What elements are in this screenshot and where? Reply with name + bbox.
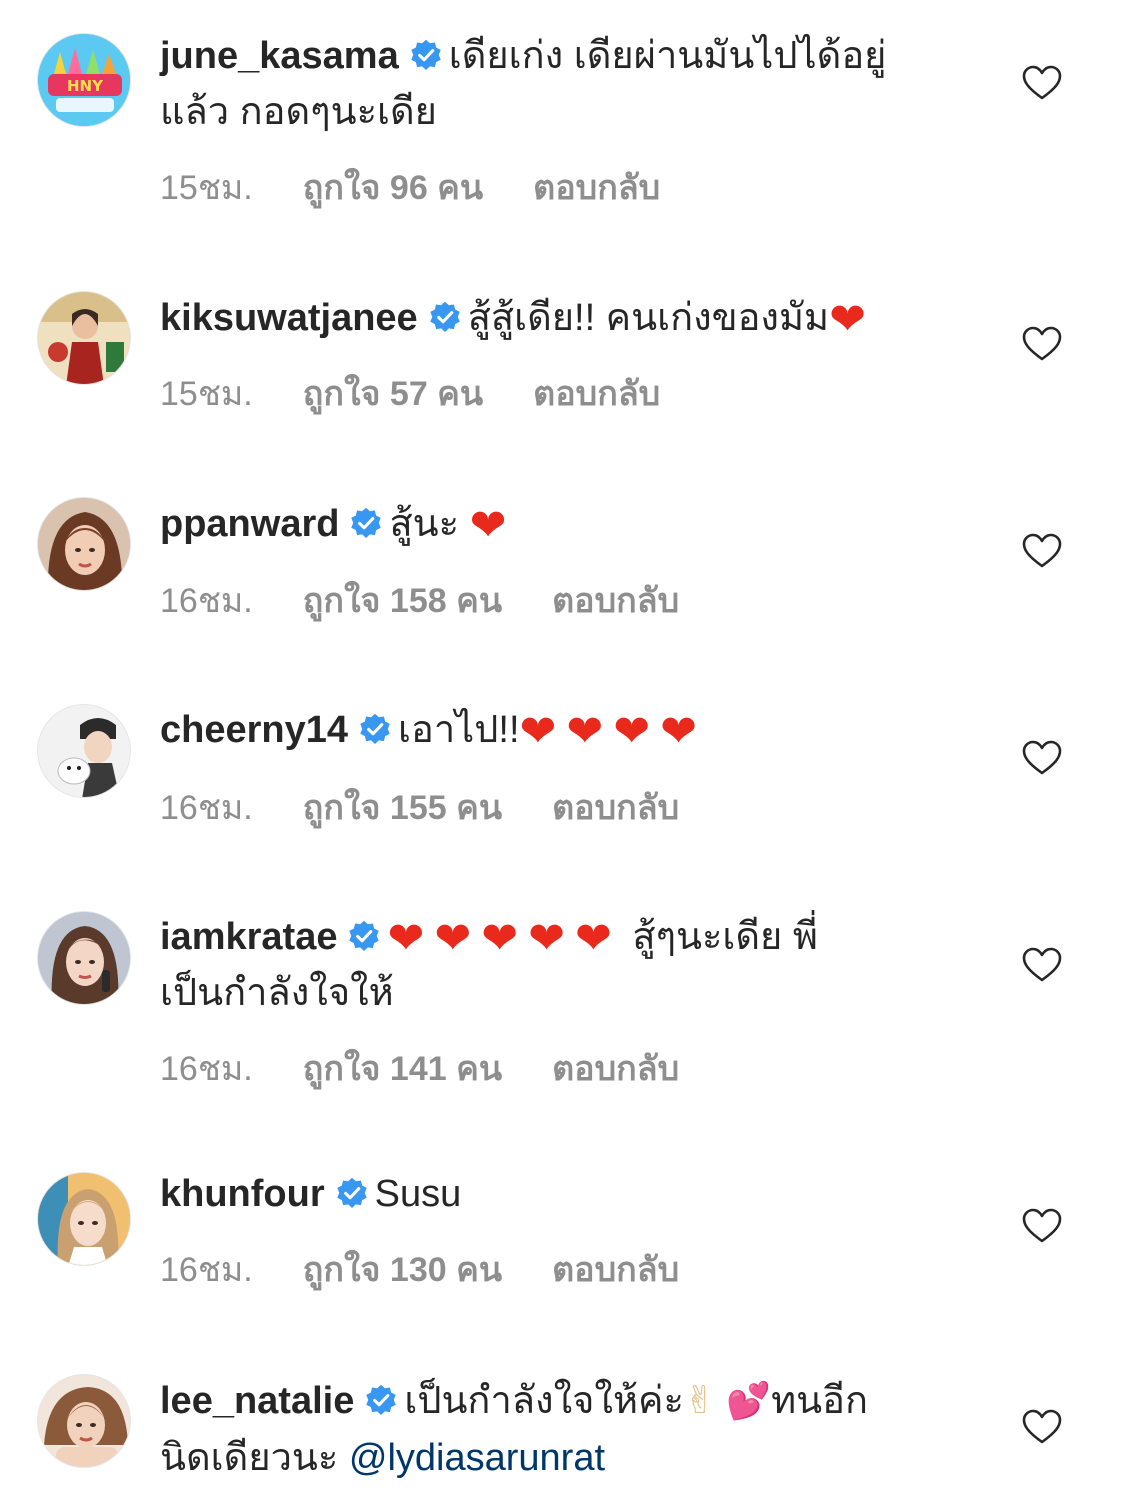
heart-outline-icon[interactable] (1022, 740, 1062, 776)
heart-outline-icon[interactable] (1022, 1208, 1062, 1244)
comment-body: khunfour Susu (160, 1166, 960, 1222)
verified-badge-icon (358, 712, 392, 746)
comment-time: 15ชม. (160, 169, 253, 207)
comment-body: iamkratae ❤❤❤❤❤ สู้ๆนะเดีย พี่ เป็นกำลังใ… (160, 909, 960, 1021)
red-heart-emoji: ❤❤❤❤ (519, 706, 707, 757)
comment-time: 16ชม. (160, 1251, 253, 1289)
reply-button[interactable]: ตอบกลับ (552, 1242, 679, 1296)
comment-text: เป็นกำลังใจให้ (160, 972, 394, 1014)
reply-button[interactable]: ตอบกลับ (533, 160, 660, 214)
comment-time: 16ชม. (160, 1050, 253, 1088)
comment-meta: 15ชม. ถูกใจ 57 คน ตอบกลับ (160, 366, 660, 420)
username[interactable]: khunfour (160, 1173, 325, 1215)
likes-count[interactable]: ถูกใจ 96 คน (303, 160, 483, 214)
username[interactable]: kiksuwatjanee (160, 297, 418, 339)
comment-time: 15ชม. (160, 375, 253, 413)
comment-meta: 16ชม. ถูกใจ 141 คน ตอบกลับ (160, 1041, 679, 1095)
likes-count[interactable]: ถูกใจ 57 คน (303, 366, 483, 420)
avatar[interactable] (37, 704, 131, 798)
heart-outline-icon[interactable] (1022, 1409, 1062, 1445)
avatar[interactable] (37, 1172, 131, 1266)
heart-outline-icon[interactable] (1022, 326, 1062, 362)
comment-text: Susu (374, 1173, 462, 1215)
reply-button[interactable]: ตอบกลับ (533, 366, 660, 420)
comment-meta: 16ชม. ถูกใจ 155 คน ตอบกลับ (160, 780, 679, 834)
comment-time: 16ชม. (160, 582, 253, 620)
username[interactable]: cheerny14 (160, 709, 348, 751)
heart-outline-icon[interactable] (1022, 533, 1062, 569)
heart-outline-icon[interactable] (1022, 65, 1062, 101)
comment-body: lee_natalie เป็นกำลังใจให้ค่ะ✌ 💕ทนอีก นิด… (160, 1372, 960, 1486)
verified-badge-icon (347, 919, 381, 953)
comment-body: june_kasama เดียเก่ง เดียผ่านมันไปได้อยู่… (160, 28, 960, 140)
avatar[interactable] (37, 1374, 131, 1468)
avatar[interactable]: HNY (37, 33, 131, 127)
comment-text: ทนอีก (771, 1380, 868, 1422)
comment-text: แล้ว กอดๆนะเดีย (160, 91, 437, 133)
username[interactable]: iamkratae (160, 916, 337, 958)
comment-text: เอาไป!! (398, 709, 520, 751)
comment-meta: 15ชม. ถูกใจ 96 คน ตอบกลับ (160, 160, 660, 214)
verified-badge-icon (364, 1383, 398, 1417)
username[interactable]: lee_natalie (160, 1380, 354, 1422)
username[interactable]: ppanward (160, 503, 339, 545)
comment-meta: 16ชม. ถูกใจ 130 คน ตอบกลับ (160, 1242, 679, 1296)
red-heart-emoji: ❤ (829, 294, 866, 345)
comment-text: เดียเก่ง เดียผ่านมันไปได้อยู่ (448, 35, 887, 77)
verified-badge-icon (349, 506, 383, 540)
verified-badge-icon (428, 300, 462, 334)
svg-text:HNY: HNY (67, 77, 104, 95)
avatar[interactable] (37, 497, 131, 591)
avatar[interactable] (37, 291, 131, 385)
comment-text: นิดเดียวนะ (160, 1437, 339, 1479)
reply-button[interactable]: ตอบกลับ (552, 780, 679, 834)
heart-outline-icon[interactable] (1022, 947, 1062, 983)
comment-body: cheerny14 เอาไป!!❤❤❤❤ (160, 702, 960, 758)
comment-text: สู้นะ (389, 503, 460, 545)
reply-button[interactable]: ตอบกลับ (552, 573, 679, 627)
likes-count[interactable]: ถูกใจ 130 คน (303, 1242, 502, 1296)
comment-body: kiksuwatjanee สู้สู้เดีย!! คนเก่งของมัม❤ (160, 290, 960, 346)
reply-button[interactable]: ตอบกลับ (552, 1041, 679, 1095)
verified-badge-icon (335, 1176, 369, 1210)
comment-time: 16ชม. (160, 789, 253, 827)
avatar[interactable] (37, 911, 131, 1005)
two-hearts-emoji: 💕 (726, 1381, 772, 1422)
mention-link[interactable]: @lydiasarunrat (349, 1437, 605, 1479)
victory-hand-emoji: ✌ (683, 1378, 716, 1422)
likes-count[interactable]: ถูกใจ 141 คน (303, 1041, 502, 1095)
red-heart-emoji: ❤ (469, 500, 507, 551)
comment-text: สู้ๆนะเดีย พี่ (632, 916, 818, 958)
comment-text: สู้สู้เดีย!! คนเก่งของมัม (467, 297, 830, 339)
likes-count[interactable]: ถูกใจ 155 คน (303, 780, 502, 834)
comment-text: เป็นกำลังใจให้ค่ะ (404, 1380, 684, 1422)
red-heart-emoji: ❤❤❤❤❤ (387, 913, 622, 964)
likes-count[interactable]: ถูกใจ 158 คน (303, 573, 502, 627)
comment-meta: 16ชม. ถูกใจ 158 คน ตอบกลับ (160, 573, 679, 627)
username[interactable]: june_kasama (160, 35, 399, 77)
comment-body: ppanward สู้นะ ❤ (160, 496, 960, 552)
verified-badge-icon (409, 38, 443, 72)
